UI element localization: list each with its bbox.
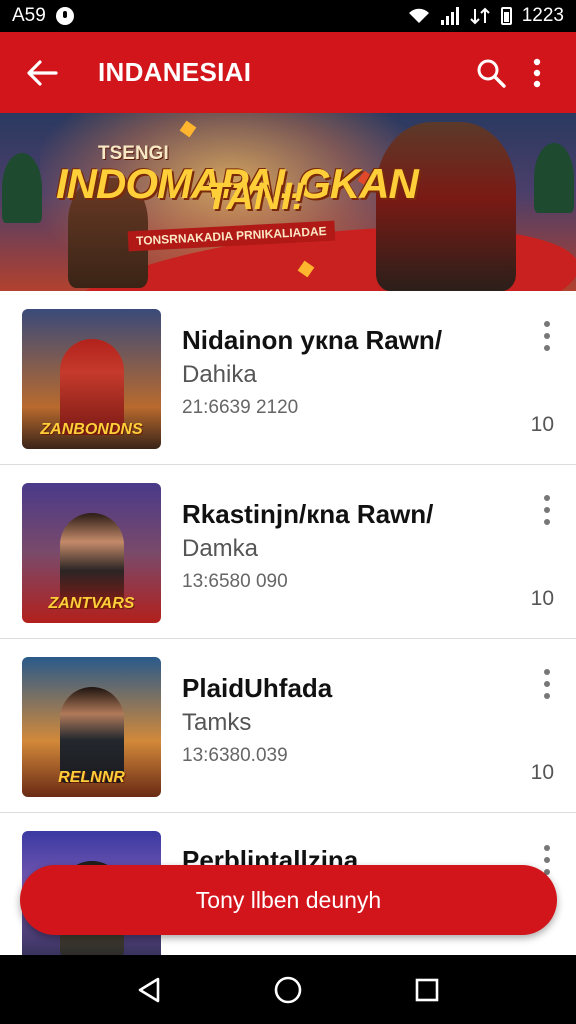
list-item-subtitle: Tamks — [182, 709, 252, 736]
list-item[interactable]: RELNNR PlaidUhfada Tamks 13:6380.039 10 — [0, 639, 576, 813]
list-item-subtitle: Dahika — [182, 361, 257, 388]
wifi-icon — [408, 8, 429, 23]
thumbnail-label: ZANBONDNS — [40, 421, 143, 438]
more-vertical-icon[interactable] — [536, 669, 558, 699]
game-list: ZANBONDNS Nidainon yкna Rawn/ Dahika 21:… — [0, 291, 576, 971]
status-bar: A59 1223 — [0, 0, 576, 32]
list-item-count: 10 — [530, 761, 554, 784]
list-item-count: 10 — [530, 587, 554, 610]
status-time: 1223 — [521, 5, 564, 26]
nav-home-icon[interactable] — [264, 966, 312, 1014]
more-vertical-icon[interactable] — [536, 321, 558, 351]
app-bar: INDANESIAI — [0, 32, 576, 113]
primary-action-button[interactable]: Tony llben deunyh — [20, 865, 557, 935]
system-nav-bar — [0, 955, 576, 1024]
list-item-subtitle: Damka — [182, 535, 259, 562]
search-icon[interactable] — [468, 49, 514, 97]
list-item[interactable]: ZANBONDNS Nidainon yкna Rawn/ Dahika 21:… — [0, 291, 576, 465]
list-item-thumbnail: RELNNR — [22, 657, 161, 797]
nav-recents-icon[interactable] — [403, 966, 451, 1014]
status-left: A59 — [12, 5, 74, 27]
banner-palm-left — [2, 153, 42, 223]
thumbnail-label: ZANTVARS — [48, 595, 135, 612]
more-vertical-icon[interactable] — [514, 49, 560, 97]
data-icon — [470, 7, 490, 25]
banner-palm-right — [534, 143, 574, 213]
page-title: INDANESIAI — [98, 57, 252, 87]
battery-icon — [500, 7, 512, 25]
signal-icon — [440, 7, 459, 25]
list-item-thumbnail: ZANTVARS — [22, 483, 161, 623]
status-right: 1223 — [407, 5, 564, 27]
list-item-title: Nidainon yкna Rawn/ — [182, 325, 443, 355]
notification-dot-icon — [55, 7, 74, 25]
list-item-title: Rkastinjn/кna Rawn/ — [182, 499, 434, 529]
promo-banner[interactable]: TSENGI INDOMAPALGKAN TANI! TONSRNAKADIA … — [0, 113, 576, 291]
thumbnail-label: RELNNR — [58, 769, 125, 786]
list-item-meta: 13:6580 090 — [182, 571, 288, 592]
arrow-back-icon[interactable] — [18, 49, 66, 97]
list-item-thumbnail: ZANBONDNS — [22, 309, 161, 449]
list-item-title: PlaidUhfada — [182, 673, 333, 703]
status-carrier-text: A59 — [12, 5, 46, 26]
list-item-meta: 13:6380.039 — [182, 745, 288, 766]
more-vertical-icon[interactable] — [536, 495, 558, 525]
list-item-meta: 21:6639 2120 — [182, 397, 299, 418]
nav-back-icon[interactable] — [125, 966, 173, 1014]
list-item[interactable]: ZANTVARS Rkastinjn/кna Rawn/ Damka 13:65… — [0, 465, 576, 639]
banner-title-line2: TANI! — [206, 176, 305, 218]
list-item-count: 10 — [530, 413, 554, 436]
